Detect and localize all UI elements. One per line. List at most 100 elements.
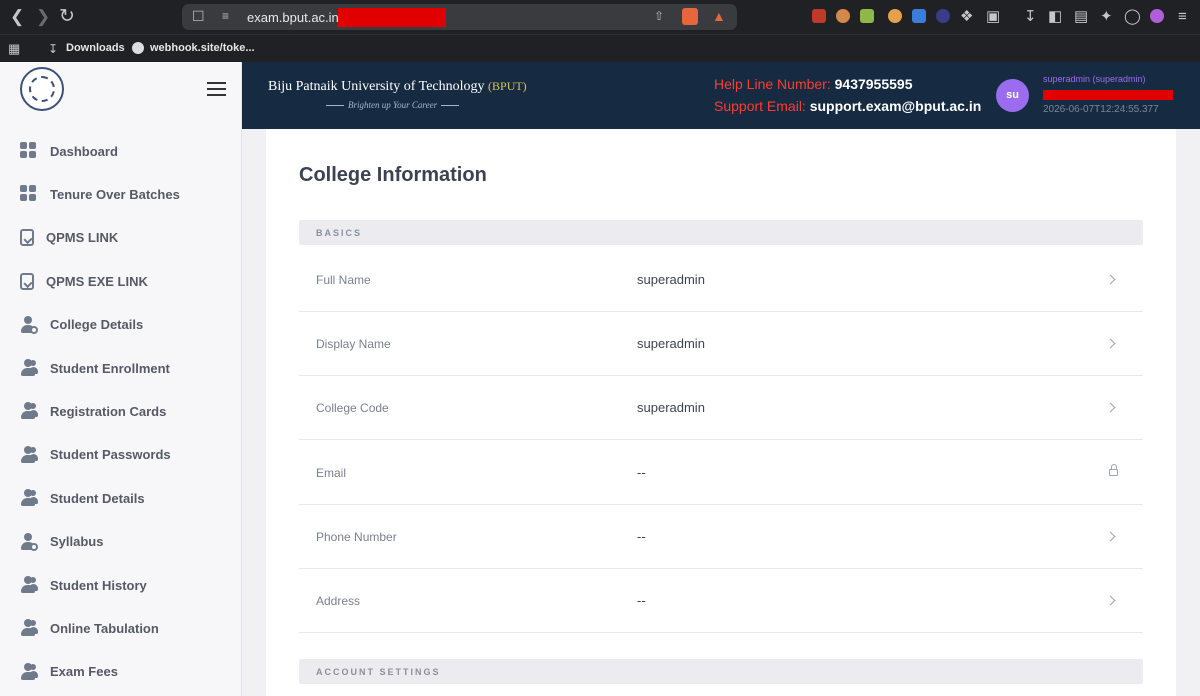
sidebar-item-label: Registration Cards — [50, 403, 167, 419]
sidebar-item-registration-cards[interactable]: Registration Cards — [0, 393, 241, 429]
extension-icon[interactable] — [888, 9, 902, 23]
chevron-right-icon[interactable] — [1105, 274, 1116, 285]
share-icon[interactable]: ⇧ — [654, 9, 664, 23]
sidebar-item-student-enrollment[interactable]: Student Enrollment — [0, 350, 241, 386]
sidebar-item-qpms-link[interactable]: QPMS LINK — [0, 220, 241, 256]
sidebar-item-tenure-over-batches[interactable]: Tenure Over Batches — [0, 176, 241, 212]
document-download-icon — [20, 272, 34, 290]
chevron-right-icon[interactable] — [1105, 531, 1116, 542]
support-label: Support Email: — [714, 98, 806, 114]
sidebar-item-label: Student Details — [50, 490, 145, 506]
row-label: Address — [316, 594, 361, 608]
ublock-icon[interactable] — [812, 9, 826, 23]
section-basics: BASICS — [299, 220, 1143, 245]
brave-shield-icon[interactable] — [682, 8, 698, 25]
sidebar-toggle-icon[interactable]: ◧ — [1048, 8, 1062, 26]
row-value: -- — [637, 593, 646, 608]
helpline-number: 9437955595 — [834, 76, 913, 92]
download-icon[interactable]: ↧ — [1024, 8, 1037, 26]
info-row-full-name[interactable]: Full Name superadmin — [299, 248, 1143, 312]
users-icon — [20, 402, 38, 420]
webhook-favicon — [132, 42, 144, 54]
translate-icon[interactable] — [912, 9, 926, 23]
chevron-right-icon[interactable] — [1105, 595, 1116, 606]
support-email-value: support.exam@bput.ac.in — [809, 98, 982, 114]
top-header: Biju Patnaik University of Technology (B… — [242, 62, 1200, 129]
row-value: -- — [637, 528, 646, 544]
bookmark-webhook[interactable]: webhook.site/toke... — [150, 42, 255, 54]
info-row-address[interactable]: Address -- — [299, 569, 1143, 633]
sidebar-item-exam-fees[interactable]: Exam Fees — [0, 654, 241, 690]
support-email: Support Email: support.exam@bput.ac.in — [714, 98, 981, 114]
puzzle-icon[interactable]: ❖ — [960, 8, 973, 26]
user-gear-icon — [20, 532, 38, 551]
menu-icon[interactable]: ≡ — [1178, 8, 1187, 26]
brave-rewards-icon[interactable]: ▲ — [712, 8, 726, 24]
wallet-icon[interactable]: ▤ — [1074, 8, 1088, 26]
apps-grid-icon[interactable]: ▦ — [8, 40, 20, 58]
row-label: Email — [316, 465, 347, 480]
sidebar-item-qpms-exe-link[interactable]: QPMS EXE LINK — [0, 263, 241, 299]
college-info-card: College Information BASICS Full Name supe… — [266, 129, 1176, 696]
sidebar-item-label: Dashboard — [50, 143, 118, 159]
screenshot-icon[interactable]: ▣ — [986, 8, 1000, 26]
cookie-icon[interactable] — [836, 9, 850, 23]
bookmark-downloads[interactable]: Downloads — [66, 42, 125, 54]
forward-icon[interactable]: ❯ — [36, 8, 50, 26]
sidebar-item-student-passwords[interactable]: Student Passwords — [0, 437, 241, 473]
row-value: superadmin — [637, 336, 705, 352]
tagline: Brighten up Your Career — [322, 100, 463, 110]
back-icon[interactable]: ❮ — [10, 8, 24, 26]
info-row-phone-number[interactable]: Phone Number -- — [299, 505, 1143, 569]
sidebar-item-student-details[interactable]: Student Details — [0, 480, 241, 516]
info-row-display-name[interactable]: Display Name superadmin — [299, 312, 1143, 377]
sidebar-item-college-details[interactable]: College Details — [0, 307, 241, 343]
avatar[interactable]: su — [996, 79, 1029, 112]
row-label: Phone Number — [316, 529, 397, 544]
row-label: Full Name — [316, 273, 371, 287]
sidebar-item-label: Tenure Over Batches — [50, 186, 180, 202]
university-name: Biju Patnaik University of Technology (B… — [268, 79, 527, 95]
sidebar-item-dashboard[interactable]: Dashboard — [0, 133, 241, 169]
sidebar-item-online-tabulation[interactable]: Online Tabulation — [0, 610, 241, 646]
address-bar[interactable]: ☐ ≡ exam.bput.ac.in/ ⇧ ▲ — [182, 4, 737, 30]
browser-toolbar: ❮ ❯ ↻ ☐ ≡ exam.bput.ac.in/ ⇧ ▲ ❖ ▣ ↧ ◧ ▤… — [0, 0, 1200, 34]
user-name[interactable]: superadmin (superadmin) — [1043, 74, 1146, 84]
chevron-right-icon[interactable] — [1105, 338, 1116, 349]
site-settings-icon[interactable]: ≡ — [222, 9, 229, 23]
users-icon — [20, 576, 38, 594]
users-icon — [20, 662, 38, 681]
university-logo[interactable] — [20, 67, 64, 111]
extension-icon[interactable] — [860, 9, 874, 23]
row-label: College Code — [316, 401, 389, 416]
bookmark-icon[interactable]: ☐ — [192, 8, 205, 25]
row-value: -- — [637, 464, 646, 480]
extension-icon[interactable] — [936, 9, 950, 23]
reload-icon[interactable]: ↻ — [59, 7, 75, 26]
sidebar-item-label: Student Enrollment — [50, 360, 170, 376]
sidebar-item-label: Exam Fees — [50, 664, 118, 680]
download-icon: ↧ — [48, 42, 59, 56]
lock-icon — [1109, 463, 1118, 476]
row-value: superadmin — [637, 272, 705, 287]
section-account-settings: ACCOUNT SETTINGS — [299, 659, 1143, 684]
info-row-college-code[interactable]: College Code superadmin — [299, 376, 1143, 441]
helpline-label: Help Line Number: — [714, 76, 831, 92]
users-icon — [20, 445, 38, 464]
users-icon — [20, 489, 38, 507]
university-abbr: (BPUT) — [488, 79, 527, 93]
info-row-email: Email -- — [299, 441, 1143, 505]
url-text[interactable]: exam.bput.ac.in/ — [247, 10, 342, 25]
profile-icon[interactable] — [1150, 9, 1164, 23]
grid-icon — [20, 142, 38, 160]
vpn-shield-icon[interactable]: ◯ — [1124, 8, 1141, 26]
sidebar-item-label: QPMS LINK — [46, 230, 119, 246]
sidebar-item-label: Student Passwords — [50, 447, 171, 463]
document-download-icon — [20, 229, 34, 247]
sidebar-item-student-history[interactable]: Student History — [0, 567, 241, 603]
page-title: College Information — [299, 164, 487, 186]
chevron-right-icon[interactable] — [1105, 402, 1116, 413]
sidebar-item-syllabus[interactable]: Syllabus — [0, 524, 241, 560]
hamburger-menu-icon[interactable] — [207, 82, 226, 96]
ai-sparkle-icon[interactable]: ✦ — [1100, 8, 1113, 26]
